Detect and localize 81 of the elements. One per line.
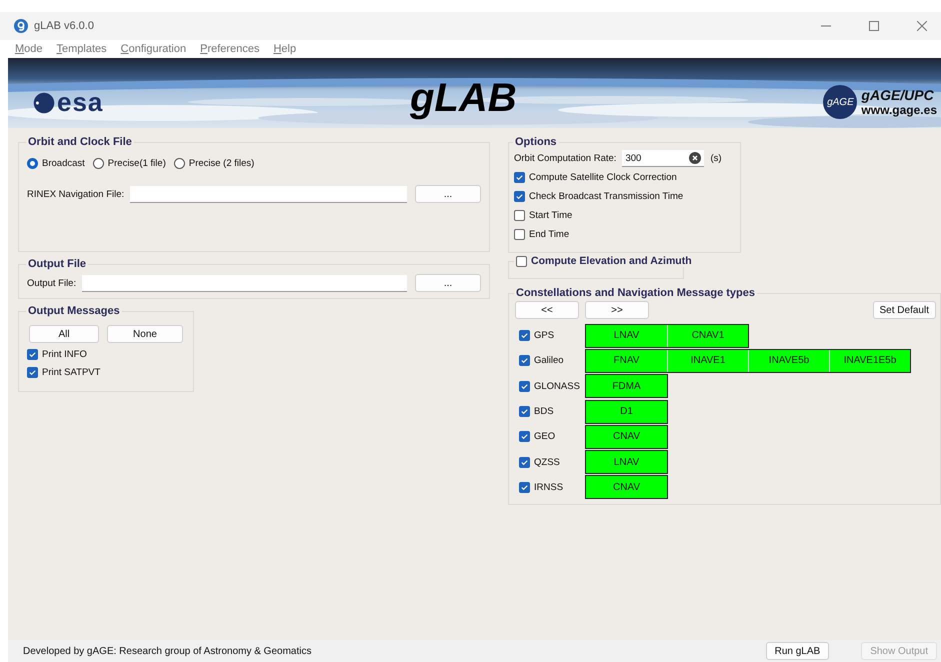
select-button[interactable]: All	[29, 325, 99, 343]
field-label: Orbit Computation Rate:	[514, 153, 616, 164]
checkbox[interactable]	[514, 229, 525, 240]
browse-button[interactable]: ...	[415, 274, 481, 292]
panel-title: Options	[514, 136, 558, 148]
app-icon	[14, 19, 28, 33]
checkbox[interactable]	[516, 256, 527, 266]
status-text: Developed by gAGE: Research group of Astronomy & Geomatics	[23, 646, 312, 656]
message-type-button[interactable]: LNAV	[586, 451, 667, 474]
checkbox-label: QZSS	[534, 456, 560, 468]
field-label: RINEX Navigation File:	[27, 188, 124, 200]
checkbox-label: Print SATPVT	[42, 367, 100, 378]
radio-label: Precise (2 files)	[188, 158, 254, 169]
set-default-button[interactable]: Set Default	[872, 301, 936, 319]
checkbox[interactable]	[514, 191, 525, 202]
field-label: Output File:	[27, 278, 76, 288]
message-type-button[interactable]: CNAV	[586, 426, 667, 448]
checkbox-label: Start Time	[529, 210, 572, 221]
radio-button[interactable]	[27, 158, 38, 169]
esa-logo-icon	[33, 92, 55, 114]
gage-url: www.gage.es	[861, 103, 937, 117]
menu-item[interactable]: Configuration	[120, 43, 186, 55]
panel-title: Output File	[27, 258, 88, 270]
checkbox[interactable]	[514, 172, 525, 183]
checkbox-label: End Time	[529, 229, 570, 240]
checkbox-label: Compute Satellite Clock Correction	[529, 172, 677, 183]
menu-item[interactable]: Templates	[56, 43, 107, 55]
checkbox[interactable]	[519, 482, 530, 493]
select-button[interactable]: None	[107, 325, 183, 343]
checkbox[interactable]	[519, 456, 530, 468]
menu-item[interactable]: Preferences	[200, 43, 260, 55]
panel-title: Output Messages	[27, 305, 121, 317]
panel-title: Constellations and Navigation Message types	[515, 287, 756, 299]
checkbox[interactable]	[519, 431, 530, 442]
app-logo: gLAB	[410, 76, 517, 121]
menu-item[interactable]: Help	[273, 43, 296, 55]
radio-button[interactable]	[174, 158, 185, 169]
checkbox-label: Compute Elevation and Azimuth	[531, 255, 692, 267]
clear-icon[interactable]	[689, 152, 702, 164]
scroll-button[interactable]: >>	[585, 301, 649, 319]
checkbox[interactable]	[519, 355, 530, 366]
checkbox-label: GLONASS	[534, 380, 580, 392]
message-type-button[interactable]: D1	[586, 400, 667, 423]
checkbox[interactable]	[27, 367, 38, 378]
message-type-button[interactable]: FNAV	[586, 350, 667, 372]
checkbox-label: Print INFO	[42, 349, 87, 360]
checkbox-label: IRNSS	[534, 482, 564, 493]
checkbox-label: GPS	[534, 330, 554, 342]
checkbox[interactable]	[519, 406, 530, 418]
message-type-button[interactable]: LNAV	[586, 324, 667, 347]
message-type-button[interactable]: INAVE1E5b	[829, 350, 910, 372]
action-button[interactable]: Run gLAB	[766, 642, 830, 660]
checkbox-label: Galileo	[534, 355, 564, 366]
menu-item[interactable]: Mode	[15, 43, 43, 55]
checkbox[interactable]	[27, 349, 38, 360]
message-type-button[interactable]: INAVE5b	[748, 350, 829, 372]
scroll-button[interactable]: <<	[515, 301, 579, 319]
checkbox-label: Check Broadcast Transmission Time	[529, 191, 684, 202]
unit-label: (s)	[710, 153, 722, 164]
message-type-button[interactable]: CNAV	[586, 476, 667, 498]
checkbox[interactable]	[519, 330, 530, 342]
input-field[interactable]	[82, 274, 407, 292]
rate-field[interactable]: 300	[622, 150, 704, 167]
message-type-button[interactable]: CNAV1	[667, 324, 748, 347]
radio-button[interactable]	[92, 158, 104, 169]
checkbox-label: GEO	[534, 431, 556, 442]
message-type-button[interactable]: INAVE1	[667, 350, 748, 372]
close-icon[interactable]	[917, 21, 927, 31]
radio-label: Precise(1 file)	[108, 158, 166, 169]
radio-label: Broadcast	[42, 158, 85, 169]
esa-logo: esa	[57, 87, 104, 118]
panel-title: Orbit and Clock File	[27, 136, 133, 148]
browse-button[interactable]: ...	[415, 185, 481, 203]
window-title: gLAB v6.0.0	[34, 20, 94, 32]
input-field[interactable]	[130, 186, 407, 202]
checkbox[interactable]	[519, 380, 530, 392]
maximize-icon[interactable]	[869, 21, 879, 31]
checkbox-label: BDS	[534, 406, 554, 418]
checkbox[interactable]	[514, 210, 525, 221]
message-type-button[interactable]: FDMA	[586, 375, 667, 398]
gage-title: gAGE/UPC	[861, 87, 935, 103]
